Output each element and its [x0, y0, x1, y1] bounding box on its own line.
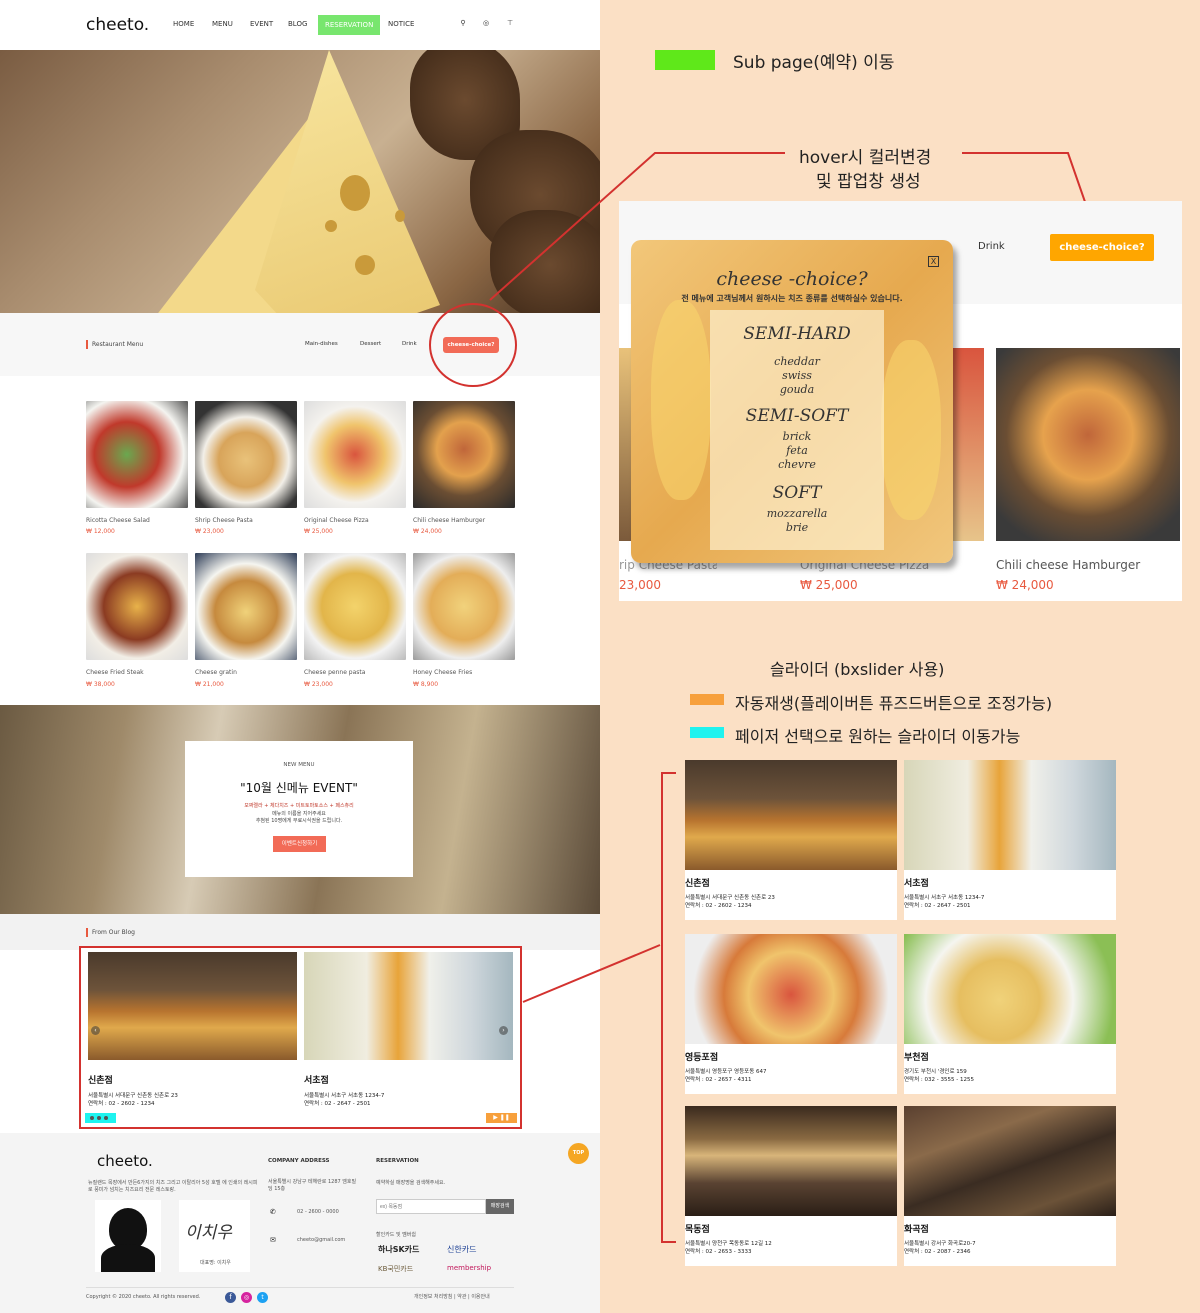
cheese-type[interactable]: brie: [710, 521, 884, 534]
branch-phone: 연락처 : 032 - 3555 - 1255: [904, 1077, 974, 1083]
annotation-autoplay: 자동재생(플레이버튼 퓨즈드버튼으로 조정가능): [735, 694, 1053, 713]
cheese-choice-button-hover[interactable]: cheese-choice?: [1050, 234, 1154, 261]
cheese-group-title: SEMI-SOFT: [745, 406, 849, 426]
branch-name: 목동점: [685, 1225, 710, 1235]
branch-name: 신촌점: [685, 879, 710, 889]
branch-name: 화곡점: [904, 1225, 929, 1235]
detail-food-image: [953, 348, 984, 541]
popup-title: cheese -choice?: [716, 268, 868, 290]
branch-image[interactable]: [685, 934, 897, 1044]
detail-item-price: 23,000: [619, 578, 661, 592]
branch-card: 신촌점 서울특별시 서대문구 신촌동 신촌로 23 연락처 : 02 - 260…: [685, 870, 897, 920]
branch-card: 서초점 서울특별시 서초구 서초동 1234-7 연락처 : 02 - 2647…: [904, 870, 1116, 920]
branch-card: 화곡점 서울특별시 강서구 화곡로20-7 연락처 : 02 - 2087 - …: [904, 1216, 1116, 1266]
branch-phone: 연락처 : 02 - 2657 - 4311: [685, 1077, 752, 1083]
branch-phone: 연락처 : 02 - 2087 - 2346: [904, 1249, 971, 1255]
popup-close-button[interactable]: X: [928, 256, 939, 267]
tab-drink-detail[interactable]: Drink: [978, 241, 1005, 252]
branch-address: 서울특별시 서초구 서초동 1234-7: [904, 895, 985, 901]
branch-image[interactable]: [904, 934, 1116, 1044]
branch-name: 서초점: [904, 879, 929, 889]
detail-food-image: [619, 348, 631, 541]
branch-image[interactable]: [904, 760, 1116, 870]
branch-card: 부천점 경기도 부천시 '경인로 159 연락처 : 032 - 3555 - …: [904, 1044, 1116, 1094]
detail-item-price: ₩ 24,000: [996, 578, 1054, 592]
branch-card: 목동점 서울특별시 양천구 목동동로 12길 12 연락처 : 02 - 265…: [685, 1216, 897, 1266]
branch-card: 영등포점 서울특별시 영등포구 영등포동 647 연락처 : 02 - 2657…: [685, 1044, 897, 1094]
branch-name: 부천점: [904, 1053, 929, 1063]
annotation-slider-title: 슬라이더 (bxslider 사용): [770, 660, 945, 679]
cheese-group-title: SEMI-HARD: [743, 324, 851, 344]
branch-address: 서울특별시 양천구 목동동로 12길 12: [685, 1241, 772, 1247]
detail-item-price: ₩ 25,000: [800, 578, 858, 592]
branch-phone: 연락처 : 02 - 2647 - 2501: [904, 903, 971, 909]
cheese-group-title: SOFT: [772, 483, 822, 503]
cheese-type[interactable]: brick: [710, 430, 884, 443]
cheese-type[interactable]: chevre: [710, 458, 884, 471]
detail-item-name: Chili cheese Hamburger: [996, 558, 1141, 572]
cheese-type[interactable]: mozzarella: [710, 507, 884, 520]
cheese-type[interactable]: feta: [710, 444, 884, 457]
branch-address: 서울특별시 서대문구 신촌동 신촌로 23: [685, 895, 775, 901]
popup-subtitle: 전 메뉴에 고객님께서 원하시는 치즈 종류를 선택하실수 있습니다.: [681, 294, 903, 303]
branch-address: 서울특별시 영등포구 영등포동 647: [685, 1069, 767, 1075]
detail-food-image: [996, 348, 1180, 541]
branch-address: 서울특별시 강서구 화곡로20-7: [904, 1241, 976, 1247]
branch-image[interactable]: [685, 760, 897, 870]
cheese-type[interactable]: swiss: [710, 369, 884, 382]
cheese-type[interactable]: cheddar: [710, 355, 884, 368]
annotation-pager: 페이저 선택으로 원하는 슬라이더 이동가능: [735, 727, 1021, 746]
legend-orange-swatch: [690, 694, 724, 705]
branch-name: 영등포점: [685, 1053, 719, 1063]
legend-cyan-swatch: [690, 727, 724, 738]
branch-image[interactable]: [685, 1106, 897, 1216]
branch-address: 경기도 부천시 '경인로 159: [904, 1069, 967, 1075]
branch-phone: 연락처 : 02 - 2653 - 3333: [685, 1249, 752, 1255]
cheese-type[interactable]: gouda: [710, 383, 884, 396]
branch-image[interactable]: [904, 1106, 1116, 1216]
branch-phone: 연락처 : 02 - 2602 - 1234: [685, 903, 752, 909]
